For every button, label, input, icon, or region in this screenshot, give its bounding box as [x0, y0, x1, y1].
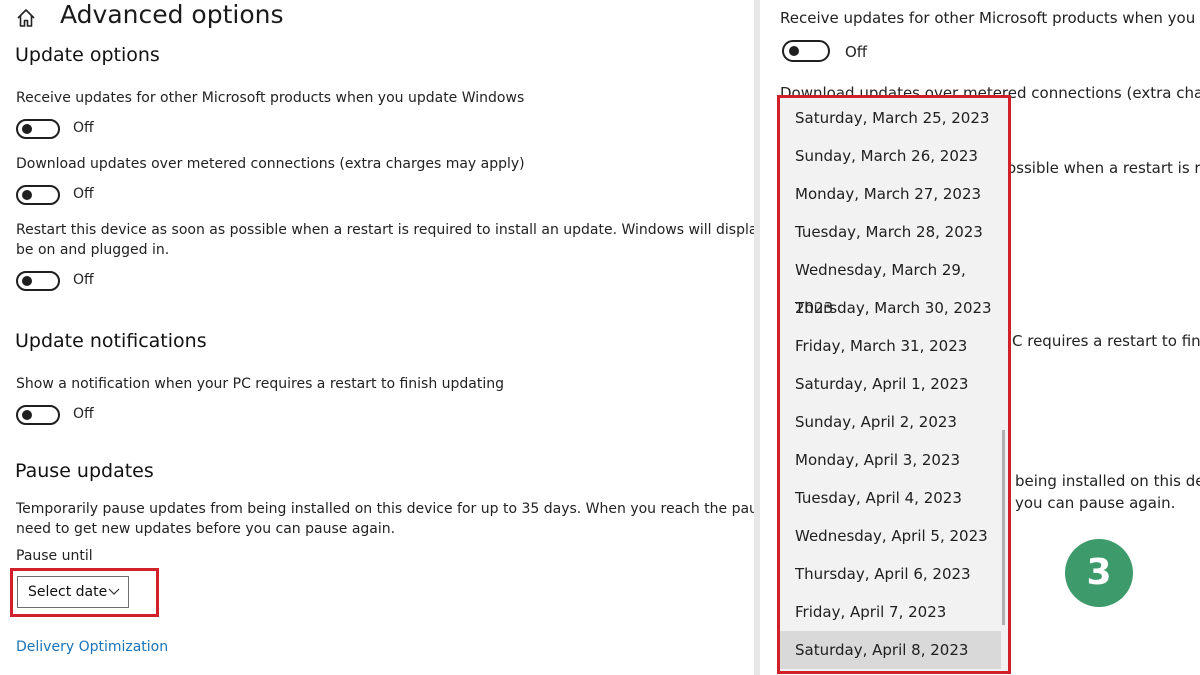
restart-asap-label-line2: be on and plugged in. — [16, 242, 170, 258]
chevron-down-icon — [108, 588, 120, 595]
receive-updates-toggle[interactable] — [16, 119, 60, 139]
bg-receive-updates-state: Off — [845, 43, 868, 61]
receive-updates-label: Receive updates for other Microsoft prod… — [16, 90, 525, 106]
restart-notification-toggle[interactable] — [16, 405, 60, 425]
step-badge: 3 — [1065, 539, 1133, 607]
toggle-knob — [22, 124, 32, 134]
settings-panel-left: Advanced options Update options Receive … — [0, 0, 754, 675]
restart-notification-state: Off — [73, 406, 94, 422]
home-icon[interactable] — [14, 6, 38, 30]
receive-updates-state: Off — [73, 120, 94, 136]
update-options-heading: Update options — [15, 44, 160, 66]
restart-notification-label: Show a notification when your PC require… — [16, 376, 505, 392]
restart-asap-toggle[interactable] — [16, 271, 60, 291]
metered-download-toggle[interactable] — [16, 185, 60, 205]
update-notifications-heading: Update notifications — [15, 330, 207, 352]
pause-until-label: Pause until — [16, 548, 93, 564]
bg-receive-updates-label: Receive updates for other Microsoft prod… — [780, 9, 1200, 27]
page-title: Advanced options — [60, 0, 284, 29]
restart-asap-label-line1: Restart this device as soon as possible … — [16, 222, 754, 238]
pause-until-select[interactable]: Select date — [17, 576, 129, 608]
restart-asap-state: Off — [73, 272, 94, 288]
bg-pause-fragment-2: you can pause again. — [1015, 494, 1176, 512]
bg-notification-fragment: C requires a restart to finis — [1012, 332, 1200, 350]
select-date-value: Select date — [28, 584, 108, 600]
toggle-knob — [22, 190, 32, 200]
toggle-knob — [789, 46, 799, 56]
toggle-knob — [22, 410, 32, 420]
dropdown-highlight-frame — [777, 95, 1011, 674]
bg-pause-fragment-1: being installed on this dev — [1015, 472, 1200, 490]
bg-restart-fragment: ossible when a restart is req — [1007, 159, 1200, 177]
delivery-optimization-link[interactable]: Delivery Optimization — [16, 639, 168, 655]
bg-receive-updates-toggle[interactable] — [782, 40, 830, 62]
toggle-knob — [22, 276, 32, 286]
pause-updates-heading: Pause updates — [15, 460, 154, 482]
metered-download-label: Download updates over metered connection… — [16, 156, 525, 172]
metered-download-state: Off — [73, 186, 94, 202]
pause-updates-desc-line2: need to get new updates before you can p… — [16, 521, 396, 537]
pause-updates-desc-line1: Temporarily pause updates from being ins… — [16, 501, 754, 517]
